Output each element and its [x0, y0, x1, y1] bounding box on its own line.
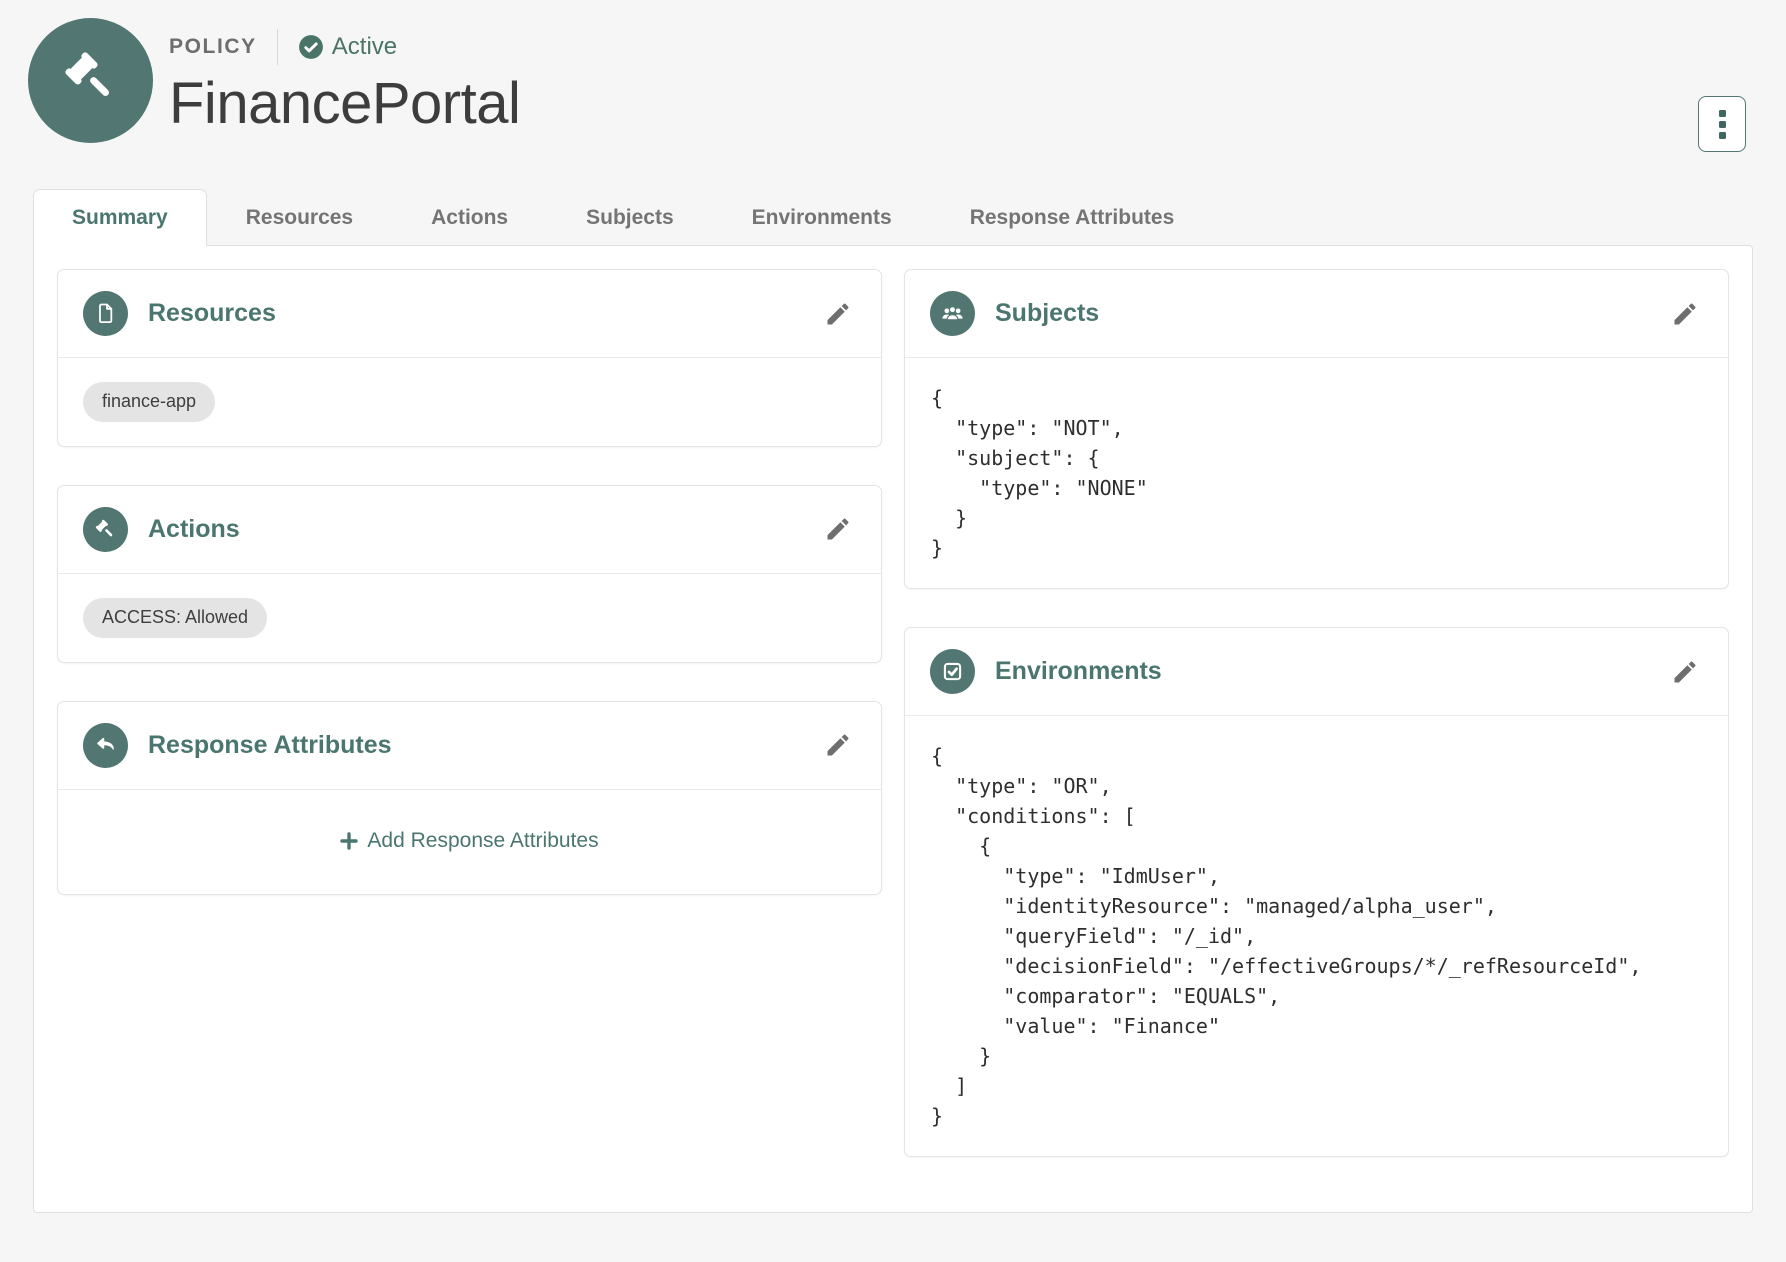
tab-resources[interactable]: Resources — [207, 189, 392, 246]
page-title: FinancePortal — [169, 72, 520, 136]
pencil-icon — [1671, 300, 1699, 328]
edit-environments-button[interactable] — [1667, 654, 1703, 690]
tab-bar: Summary Resources Actions Subjects Envir… — [33, 189, 1753, 245]
actions-icon-circle — [83, 507, 128, 552]
tab-subjects[interactable]: Subjects — [547, 189, 713, 246]
policy-type-label: POLICY — [169, 35, 257, 59]
summary-panel: Resources finance-app — [33, 245, 1753, 1213]
policy-detail-page: POLICY Active FinancePortal — [0, 0, 1786, 1262]
response-attributes-icon-circle — [83, 723, 128, 768]
card-resources: Resources finance-app — [57, 269, 882, 447]
edit-subjects-button[interactable] — [1667, 296, 1703, 332]
environments-card-title: Environments — [995, 657, 1162, 686]
active-check-icon — [298, 34, 324, 60]
edit-response-attributes-button[interactable] — [820, 727, 856, 763]
action-tag: ACCESS: Allowed — [83, 598, 267, 638]
subjects-icon-circle — [930, 291, 975, 336]
subjects-card-title: Subjects — [995, 299, 1099, 328]
pencil-icon — [1671, 658, 1699, 686]
tab-response-attributes[interactable]: Response Attributes — [931, 189, 1214, 246]
card-response-attributes: Response Attributes — [57, 701, 882, 895]
add-response-attributes-label: Add Response Attributes — [367, 829, 598, 853]
pencil-icon — [824, 731, 852, 759]
card-actions: Actions ACCESS: Allowed — [57, 485, 882, 663]
header-divider — [277, 29, 278, 65]
tab-summary[interactable]: Summary — [33, 189, 207, 246]
document-icon — [93, 301, 118, 326]
pencil-icon — [824, 515, 852, 543]
right-column: Subjects { "type": "NOT", "subject": { "… — [904, 269, 1729, 1189]
gavel-icon — [58, 45, 124, 116]
status-label: Active — [332, 33, 397, 61]
environments-code: { "type": "OR", "conditions": [ { "type"… — [905, 716, 1728, 1156]
check-square-icon — [940, 659, 965, 684]
status-badge: Active — [298, 33, 397, 61]
people-group-icon — [939, 300, 966, 327]
edit-resources-button[interactable] — [820, 296, 856, 332]
environments-icon-circle — [930, 649, 975, 694]
resources-card-title: Resources — [148, 299, 276, 328]
subjects-code: { "type": "NOT", "subject": { "type": "N… — [905, 358, 1728, 588]
policy-avatar — [28, 18, 153, 143]
edit-actions-button[interactable] — [820, 511, 856, 547]
card-subjects: Subjects { "type": "NOT", "subject": { "… — [904, 269, 1729, 589]
pencil-icon — [824, 300, 852, 328]
card-environments: Environments { "type": "OR", "conditions… — [904, 627, 1729, 1157]
resources-icon-circle — [83, 291, 128, 336]
kebab-icon — [1719, 110, 1726, 139]
more-options-button[interactable] — [1698, 96, 1746, 152]
tab-actions[interactable]: Actions — [392, 189, 547, 246]
tab-environments[interactable]: Environments — [713, 189, 931, 246]
plus-icon — [340, 832, 358, 850]
gavel-icon — [93, 517, 118, 542]
left-column: Resources finance-app — [57, 269, 882, 1189]
add-response-attributes-button[interactable]: Add Response Attributes — [340, 829, 598, 853]
page-header: POLICY Active FinancePortal — [0, 0, 1786, 143]
actions-card-title: Actions — [148, 515, 240, 544]
response-attributes-card-title: Response Attributes — [148, 731, 392, 760]
header-text: POLICY Active FinancePortal — [169, 18, 520, 136]
resource-tag: finance-app — [83, 382, 215, 422]
reply-arrow-icon — [93, 733, 118, 758]
